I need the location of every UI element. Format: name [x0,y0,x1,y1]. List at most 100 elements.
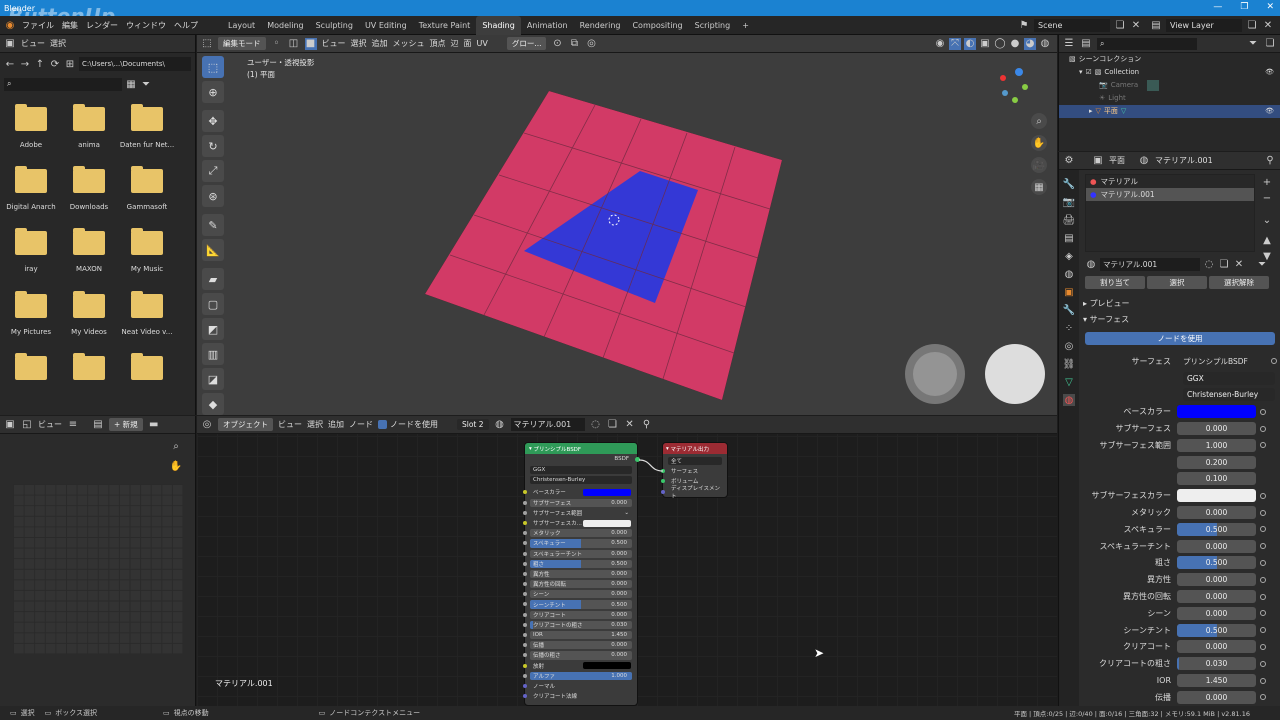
menu-icon[interactable]: ≡ [67,419,79,431]
folder-item[interactable]: MAXON [60,221,118,283]
menu-item[interactable]: ファイル [22,20,54,31]
zoom-icon[interactable]: ⌕ [1031,113,1047,129]
output-tab-icon[interactable]: 🖨 [1063,214,1076,226]
workspace-tab[interactable]: Texture Paint [413,16,477,35]
slot-row-active[interactable]: ● マテリアル.001 [1086,188,1254,201]
tool-tab-icon[interactable]: 🔧 [1063,178,1075,190]
filter-icon[interactable]: ⏷ [1247,38,1259,50]
maximize-icon[interactable]: ❐ [1240,2,1248,12]
pan-icon[interactable]: ✋ [170,460,182,472]
scene-field[interactable]: Scene [1034,18,1110,32]
link-mode-icon[interactable]: ⏷ [1256,259,1268,271]
image-canvas-grid[interactable] [13,484,183,654]
filter-icon[interactable]: ⏷ [140,78,152,90]
view-layer-field[interactable]: View Layer [1166,18,1242,32]
folder-item[interactable]: Gammasoft [118,159,176,221]
display-mode-icon[interactable]: ▦ [125,78,137,90]
folder-item[interactable]: Digital Anarch [2,159,60,221]
socket-dot[interactable] [1260,526,1266,533]
workspace-tab[interactable]: Shading [476,15,521,35]
value-slider[interactable]: 0.000 [1177,422,1256,436]
bsdf-to-surface-link[interactable] [638,459,664,472]
socket-dot[interactable] [1260,627,1266,634]
folder-item[interactable]: My Pictures [2,284,60,346]
value-slider[interactable]: 0.500 [1177,556,1256,570]
zoom-icon[interactable]: ⌕ [170,440,182,452]
socket-dot[interactable] [1260,643,1266,650]
modifier-tab-icon[interactable]: 🔧 [1063,304,1075,316]
socket-dot[interactable] [1271,358,1277,365]
particles-tab-icon[interactable]: ⁘ [1063,322,1075,334]
new-folder-icon[interactable]: ⊞ [64,58,76,70]
value-slider[interactable]: 0.000 [1177,506,1256,520]
new-collection-icon[interactable]: ❏ [1264,38,1276,50]
folder-item[interactable]: My Music [118,221,176,283]
display-mode-icon[interactable]: ▤ [1080,38,1092,50]
workspace-tab[interactable]: Animation [521,16,574,35]
folder-item[interactable] [118,346,176,408]
eye-icon[interactable]: 👁 [1265,66,1280,79]
folder-item[interactable]: Downloads [60,159,118,221]
ortho-toggle-icon[interactable]: ▦ [1031,179,1047,195]
render-tab-icon[interactable]: 📷 [1063,196,1075,208]
folder-item[interactable]: Daten fur Net... [118,97,176,159]
minimize-icon[interactable]: — [1213,2,1222,12]
socket-dot[interactable] [1260,593,1266,600]
value-slider[interactable]: 0.000 [1177,640,1256,654]
value-slider[interactable]: 0.030 [1177,657,1256,671]
scene-collection-row[interactable]: ▧ シーンコレクション [1069,53,1280,66]
parent-dir-icon[interactable]: ↑ [34,58,46,70]
value-slider[interactable]: 0.000 [1177,606,1256,620]
image-editor[interactable]: ▣ ◱ ビュー ≡ ▤ + 新規 ▬ ⌕ ✋ [0,416,196,706]
folder-item[interactable]: iray [2,221,60,283]
mesh-plane[interactable] [197,35,1057,415]
duplicate-icon[interactable]: ❏ [1218,259,1230,271]
deselect-button[interactable]: 選択解除 [1209,276,1269,289]
folder-item[interactable]: My Videos [60,284,118,346]
menu-select[interactable]: 選択 [50,38,66,49]
outliner-search[interactable]: ⌕ [1097,37,1197,50]
menu-item[interactable]: 編集 [62,20,78,31]
select-button[interactable]: 選択 [1147,276,1207,289]
value-slider[interactable]: 0.000 [1177,573,1256,587]
navigation-gizmo[interactable] [1000,68,1028,103]
surface-shader-dropdown[interactable]: プリンシプルBSDF [1177,356,1267,367]
checkbox-icon[interactable]: ☑ [1086,66,1092,79]
move-up-icon[interactable]: ▲ [1261,234,1273,246]
socket-dot[interactable] [1260,559,1266,566]
value-slider[interactable]: 0.000 [1177,539,1256,553]
add-slot-icon[interactable]: + [1261,176,1273,188]
eye-icon[interactable]: 👁 [1265,105,1280,118]
preview-panel-header[interactable]: ▸ プレビュー [1083,296,1130,312]
physics-tab-icon[interactable]: ◎ [1063,340,1075,352]
workspace-tab[interactable]: Scripting [689,16,737,35]
workspace-tab[interactable]: Rendering [574,16,627,35]
remove-scene-icon[interactable]: ✕ [1130,19,1142,31]
pin-icon[interactable]: ⚲ [1264,155,1276,167]
node-editor[interactable]: ◎ オブジェクト ビュー 選択 追加 ノード ノードを使用 Slot 2 ◍ マ… [197,416,1057,706]
camera-row[interactable]: 📷 Camera [1069,79,1280,92]
search-field[interactable]: ⌕ [4,77,122,91]
remove-slot-icon[interactable]: − [1261,192,1273,204]
add-workspace-icon[interactable]: + [742,21,749,30]
image-mode-icon[interactable]: ◱ [21,419,33,431]
surface-panel-header[interactable]: ▾ サーフェス [1083,312,1130,328]
menu-item[interactable]: レンダー [86,20,118,31]
editor-type-icon[interactable]: ▣ [4,38,16,50]
view-layer-tab-icon[interactable]: ▤ [1063,232,1075,244]
unlink-icon[interactable]: ✕ [1233,259,1245,271]
blender-logo-icon[interactable]: ◉ [4,19,16,31]
copy-layer-icon[interactable]: ❏ [1246,19,1258,31]
path-field[interactable]: C:\Users\...\Documents\ [79,57,191,71]
workspace-tab[interactable]: Compositing [626,16,688,35]
socket-dot[interactable] [1260,677,1266,684]
vector-field[interactable]: 0.100 [1177,472,1256,486]
menu-view[interactable]: ビュー [21,38,45,49]
copy-scene-icon[interactable]: ❏ [1114,19,1126,31]
editor-type-icon[interactable]: ⚙ [1063,155,1075,167]
use-nodes-button[interactable]: ノードを使用 [1085,332,1275,345]
value-slider[interactable]: 0.000 [1177,590,1256,604]
color-field[interactable] [1177,405,1256,419]
pan-icon[interactable]: ✋ [1031,135,1047,151]
image-browse-icon[interactable]: ▤ [92,419,104,431]
